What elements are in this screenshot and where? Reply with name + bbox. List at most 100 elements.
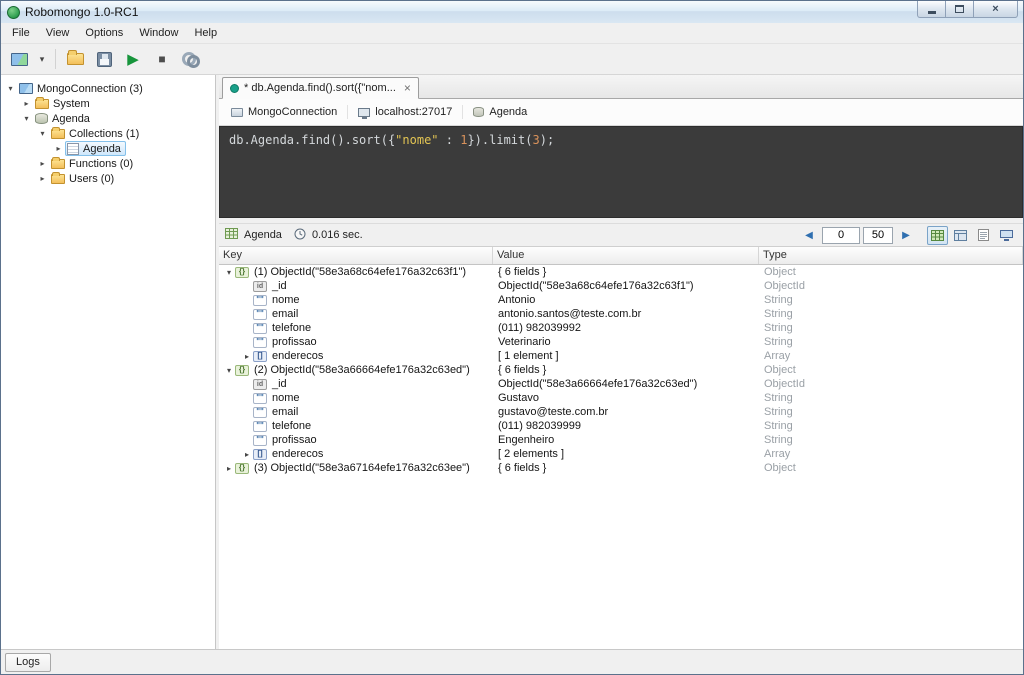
menu-file[interactable]: File (4, 24, 38, 42)
table-row[interactable]: ▾ (1) ObjectId("58e3a68c64efe176a32c63f1… (219, 265, 1023, 279)
row-key: nome (272, 392, 300, 404)
tree-expander-icon[interactable]: ▸ (36, 174, 49, 183)
connections-dropdown-button[interactable]: ▾ (35, 46, 49, 72)
value-type-icon (253, 378, 267, 390)
row-key-cell: ▾ (1) ObjectId("58e3a68c64efe176a32c63f1… (219, 266, 493, 278)
table-row[interactable]: telefone (011) 982039999 String (219, 419, 1023, 433)
menu-bar: File View Options Window Help (1, 23, 1023, 44)
tree-item[interactable]: ▸ Users (0) (1, 171, 215, 186)
orientation-button[interactable] (178, 46, 204, 72)
value-type-icon (253, 336, 267, 348)
breadcrumb-connection[interactable]: MongoConnection (228, 106, 340, 118)
close-button[interactable]: × (973, 1, 1018, 18)
row-expander-icon[interactable]: ▸ (223, 464, 235, 473)
tree-item[interactable]: ▾ Agenda (1, 111, 215, 126)
maximize-button[interactable] (945, 1, 974, 18)
query-tab[interactable]: * db.Agenda.find().sort({"nom... × (222, 77, 419, 99)
tree-item[interactable]: ▸ Functions (0) (1, 156, 215, 171)
results-collection-label: Agenda (244, 229, 282, 241)
table-row[interactable]: profissao Veterinario String (219, 335, 1023, 349)
next-page-button[interactable]: ▶ (896, 226, 916, 244)
menu-help[interactable]: Help (186, 24, 225, 42)
column-header-value[interactable]: Value (493, 247, 759, 264)
table-row[interactable]: _id ObjectId("58e3a66664efe176a32c63ed")… (219, 377, 1023, 391)
batch-size-input[interactable] (863, 226, 893, 244)
table-row[interactable]: email antonio.santos@teste.com.br String (219, 307, 1023, 321)
table-row[interactable]: nome Gustavo String (219, 391, 1023, 405)
tree-view-button[interactable] (950, 226, 971, 245)
row-key-cell: _id (219, 280, 493, 292)
query-editor[interactable]: db.Agenda.find().sort({"nome" : 1}).limi… (219, 126, 1023, 218)
row-key-cell: ▸ (3) ObjectId("58e3a67164efe176a32c63ee… (219, 462, 493, 474)
table-row[interactable]: email gustavo@teste.com.br String (219, 405, 1023, 419)
menu-window[interactable]: Window (131, 24, 186, 42)
menu-options[interactable]: Options (77, 24, 131, 42)
column-header-type[interactable]: Type (759, 247, 1023, 264)
row-key-cell: nome (219, 392, 493, 404)
row-key-cell: nome (219, 294, 493, 306)
minimize-button[interactable] (917, 1, 946, 18)
breadcrumb-server[interactable]: localhost:27017 (355, 106, 455, 119)
tree-expander-icon[interactable]: ▾ (4, 84, 17, 93)
row-expander-icon[interactable]: ▸ (241, 352, 253, 361)
connections-button[interactable] (6, 46, 32, 72)
text-view-button[interactable] (973, 226, 994, 245)
menu-view[interactable]: View (38, 24, 78, 42)
tree-item-icon (35, 96, 49, 109)
execute-button[interactable]: ▶ (120, 46, 146, 72)
tree-expander-icon[interactable]: ▸ (36, 159, 49, 168)
value-type-icon (253, 322, 267, 334)
code-string: "nome" (395, 133, 439, 147)
table-row[interactable]: profissao Engenheiro String (219, 433, 1023, 447)
row-value: Engenheiro (498, 434, 555, 446)
tree-item[interactable]: ▸ System (1, 96, 215, 111)
skip-input[interactable] (822, 226, 860, 244)
open-file-button[interactable] (62, 46, 88, 72)
table-row[interactable]: ▾ (2) ObjectId("58e3a66664efe176a32c63ed… (219, 363, 1023, 377)
tab-title: * db.Agenda.find().sort({"nom... (244, 82, 396, 94)
tree-item[interactable]: ▸ Agenda (1, 141, 215, 156)
value-type-icon (235, 364, 249, 376)
table-row[interactable]: _id ObjectId("58e3a68c64efe176a32c63f1")… (219, 279, 1023, 293)
row-value: Gustavo (498, 392, 539, 404)
table-row[interactable]: ▸ enderecos [ 2 elements ] Array (219, 447, 1023, 461)
tree-expander-icon[interactable]: ▾ (20, 114, 33, 123)
tree-expander-icon[interactable]: ▸ (52, 144, 65, 153)
column-header-key[interactable]: Key (219, 247, 493, 264)
tree-item[interactable]: ▾ MongoConnection (3) (1, 81, 215, 96)
value-type-icon (253, 406, 267, 418)
row-expander-icon[interactable]: ▾ (223, 268, 235, 277)
row-value: ObjectId("58e3a68c64efe176a32c63f1") (498, 280, 694, 292)
tree-item-label: Collections (1) (69, 127, 140, 140)
logs-button[interactable]: Logs (5, 652, 51, 672)
row-expander-icon[interactable]: ▾ (223, 366, 235, 375)
breadcrumb-database[interactable]: Agenda (470, 106, 530, 118)
tree-item-icon (35, 113, 48, 124)
tree-item-body: Agenda (65, 141, 126, 156)
table-row[interactable]: ▸ enderecos [ 1 element ] Array (219, 349, 1023, 363)
table-row[interactable]: nome Antonio String (219, 293, 1023, 307)
tree-expander-icon[interactable]: ▸ (20, 99, 33, 108)
tree-expander-icon[interactable]: ▾ (36, 129, 49, 138)
table-view-button[interactable] (927, 225, 948, 245)
stop-button[interactable]: ■ (149, 46, 175, 72)
row-expander-icon[interactable]: ▸ (241, 450, 253, 459)
code-number: 3 (532, 133, 540, 147)
play-icon: ▶ (127, 50, 139, 68)
toolbar-separator (55, 49, 56, 69)
connection-tree: ▾ MongoConnection (3) ▸ System ▾ Agenda (1, 75, 216, 649)
tree-item-icon (67, 142, 79, 155)
breadcrumb-server-label: localhost:27017 (375, 106, 453, 118)
tree-item[interactable]: ▾ Collections (1) (1, 126, 215, 141)
row-key: (2) ObjectId("58e3a66664efe176a32c63ed") (254, 364, 470, 376)
row-type: String (764, 406, 793, 418)
breadcrumb: MongoConnection localhost:27017 Agenda (219, 99, 1023, 126)
titlebar[interactable]: Robomongo 1.0-RC1 × (1, 1, 1023, 23)
tree-item-label: Users (0) (69, 172, 115, 185)
table-row[interactable]: ▸ (3) ObjectId("58e3a67164efe176a32c63ee… (219, 461, 1023, 475)
custom-view-button[interactable] (996, 226, 1017, 245)
table-row[interactable]: telefone (011) 982039992 String (219, 321, 1023, 335)
prev-page-button[interactable]: ◀ (799, 226, 819, 244)
tab-close-icon[interactable]: × (404, 82, 411, 94)
save-button[interactable] (91, 46, 117, 72)
